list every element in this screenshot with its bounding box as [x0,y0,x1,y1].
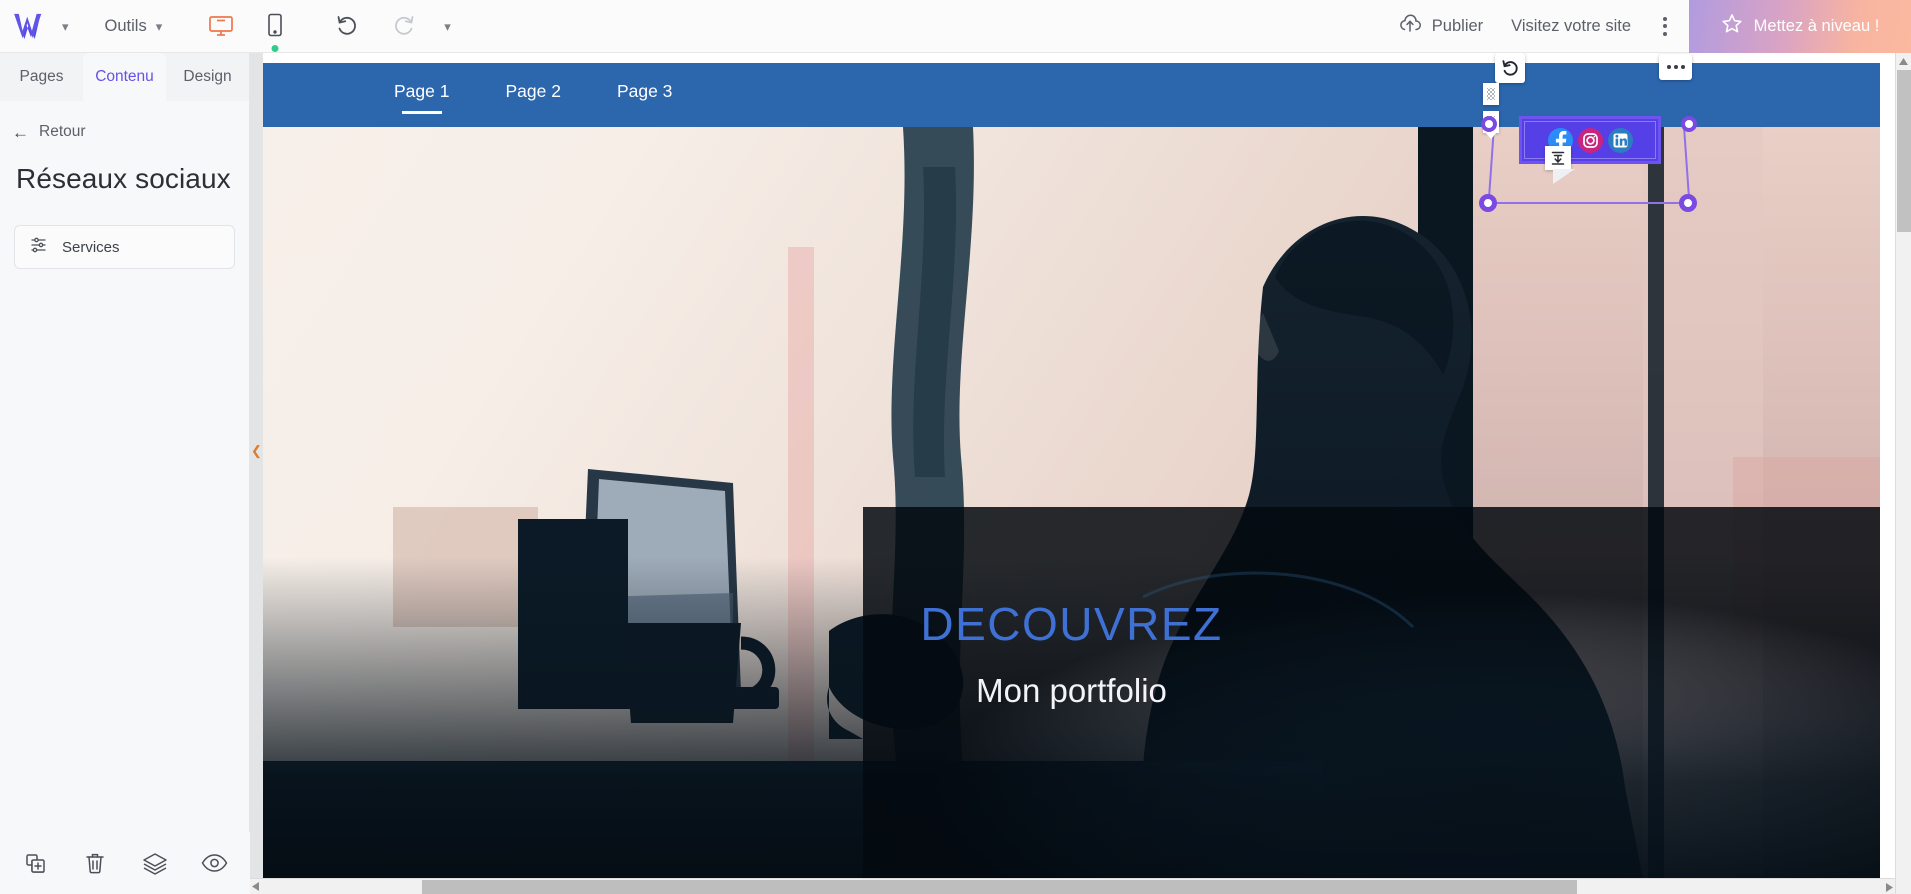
tab-design[interactable]: Design [166,53,249,101]
duplicate-icon[interactable] [21,848,51,878]
chevron-left-icon[interactable]: ❮ [250,433,263,467]
eye-icon[interactable] [199,848,229,878]
selection-edge-bottom [1488,202,1690,204]
hero-section[interactable]: DECOUVREZ Mon portfolio [263,127,1880,879]
tab-contenu[interactable]: Contenu [83,53,166,101]
more-vertical-icon[interactable] [1645,16,1689,36]
undo-arrow-icon[interactable] [330,9,364,43]
more-horizontal-icon[interactable] [1659,54,1692,80]
star-icon [1721,13,1743,39]
trash-icon[interactable] [80,848,110,878]
hero-background-image [263,127,1880,879]
back-label: Retour [39,123,86,140]
vertical-scrollbar-thumb[interactable] [1897,70,1911,232]
canvas-area: ❮ Page 1 Page 2 Page 3 DECOUVREZ Mon por… [250,53,1911,894]
resize-handle-bottom-left[interactable] [1479,194,1497,212]
tab-pages[interactable]: Pages [0,53,83,101]
mobile-active-indicator [271,45,279,52]
upgrade-label: Mettez à niveau ! [1753,16,1880,35]
back-button[interactable]: ← Retour [0,101,249,141]
triangle-up-icon[interactable] [1896,53,1911,70]
site-nav-page-3[interactable]: Page 3 [589,81,700,114]
horizontal-scrollbar-thumb[interactable] [422,880,1577,894]
horizontal-scrollbar[interactable] [250,878,1895,894]
hero-title[interactable]: DECOUVREZ [263,597,1880,651]
active-page-underline [401,111,442,114]
site-nav-links: Page 1 Page 2 Page 3 [366,81,700,114]
redo-arrow-icon[interactable] [386,9,420,43]
publish-button[interactable]: Publier [1384,0,1497,53]
site-nav-page-1[interactable]: Page 1 [366,81,477,114]
history-controls: ▾ [330,9,451,43]
canvas-left-gutter: ❮ [250,53,263,879]
selected-widget-overlay[interactable] [1479,53,1713,218]
list-item-label: Services [62,238,120,256]
device-toggle-group [204,9,292,52]
layers-icon[interactable] [140,848,170,878]
sliders-settings-icon [31,236,49,258]
cloud-upload-icon [1398,14,1422,39]
hero-subtitle[interactable]: Mon portfolio [263,672,1880,710]
site-nav-page-1-label: Page 1 [394,81,450,101]
panel-item-list: Services [0,195,249,269]
upgrade-button[interactable]: Mettez à niveau ! [1689,0,1911,53]
tab-contenu-label: Contenu [95,68,154,85]
mobile-phone-icon[interactable] [258,9,292,52]
tools-menu[interactable]: Outils ▾ [95,0,173,53]
app-root: ▾ Outils ▾ ▾ Publier Visitez votre site … [0,0,1911,894]
tools-label: Outils [104,16,147,35]
site-nav-page-2[interactable]: Page 2 [477,81,588,114]
tab-design-label: Design [183,68,232,85]
panel-bottom-toolbar [0,832,250,894]
top-toolbar: ▾ Outils ▾ ▾ Publier Visitez votre site … [0,0,1911,53]
arrow-left-icon: ← [12,122,29,142]
visit-site-button[interactable]: Visitez votre site [1497,0,1645,53]
logo-menu[interactable]: ▾ [0,11,69,41]
resize-handle-top-left[interactable] [1481,116,1497,132]
chevron-down-icon[interactable]: ▾ [444,20,451,33]
tab-pages-label: Pages [19,68,64,85]
top-right-actions: Publier Visitez votre site Mettez à nive… [1384,0,1911,53]
publish-label: Publier [1431,16,1484,35]
desktop-monitor-icon[interactable] [204,9,238,43]
vertical-scrollbar[interactable] [1895,53,1911,894]
page-title: Réseaux sociaux [16,163,231,194]
align-bottom-icon[interactable] [1545,146,1575,184]
visit-site-label: Visitez votre site [1511,16,1631,35]
site-nav-page-3-label: Page 3 [616,81,673,101]
webself-w-logo[interactable] [12,11,50,41]
resize-handle-top-right[interactable] [1681,116,1697,132]
triangle-right-icon[interactable] [1886,879,1893,894]
chevron-down-icon: ▾ [155,18,163,34]
list-item-services[interactable]: Services [14,225,235,269]
selection-inner-outline [1524,121,1656,159]
site-nav-page-2-label: Page 2 [505,81,561,101]
site-preview: Page 1 Page 2 Page 3 DECOUVREZ Mon portf… [263,53,1880,879]
panel-tabs: Pages Contenu Design [0,53,249,101]
resize-handle-bottom-right[interactable] [1679,194,1697,212]
rotate-icon[interactable] [1495,53,1525,83]
left-panel: Pages Contenu Design ← Retour Réseaux so… [0,53,250,894]
triangle-left-icon[interactable] [250,882,260,891]
chevron-down-icon[interactable]: ▾ [62,20,69,33]
selection-edge-right [1683,128,1690,199]
drag-grip-icon-top[interactable] [1483,83,1499,105]
